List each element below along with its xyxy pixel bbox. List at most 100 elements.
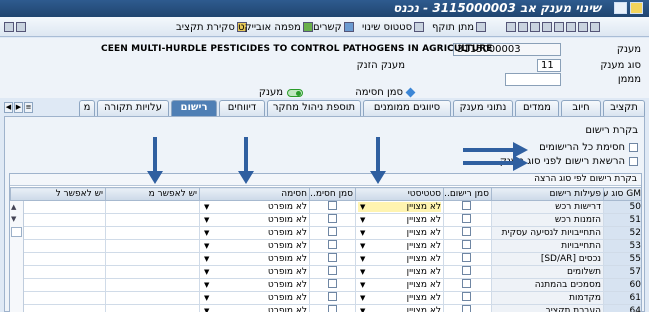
- cell-allow-to[interactable]: [10, 278, 106, 292]
- cell-allow-from[interactable]: [105, 226, 200, 240]
- statistical-dropdown[interactable]: לא מצויין ▼: [358, 241, 441, 251]
- row-marker[interactable]: [11, 227, 22, 237]
- layout-icon[interactable]: [506, 22, 516, 32]
- chevron-down-icon[interactable]: ▼: [204, 229, 209, 237]
- cell-statistical[interactable]: לא מצויין ▼: [355, 304, 444, 312]
- col-statistical[interactable]: סטטיסטי: [355, 187, 444, 201]
- tab-research-mgmt[interactable]: תוספת ניהול מחקר: [267, 100, 361, 116]
- posting-flag-checkbox[interactable]: [462, 279, 471, 288]
- col-allow-to[interactable]: יש לאפשר ל: [10, 187, 106, 201]
- edit-icon[interactable]: [554, 22, 564, 32]
- cell-block-flag[interactable]: [309, 278, 356, 292]
- settings-icon[interactable]: [566, 22, 576, 32]
- find-icon[interactable]: [518, 22, 528, 32]
- cell-allow-to[interactable]: [10, 265, 106, 279]
- cell-block-flag[interactable]: [309, 200, 356, 214]
- tab-overhead[interactable]: עלויות תקורה: [97, 100, 169, 116]
- chevron-down-icon[interactable]: ▼: [360, 281, 365, 289]
- tab-scroll-right-icon[interactable]: ▶: [14, 102, 23, 113]
- statistical-dropdown[interactable]: לא מצויין ▼: [358, 254, 441, 264]
- block-dropdown[interactable]: לא מופרט ▼: [202, 241, 307, 251]
- cell-posting-flag[interactable]: [443, 226, 492, 240]
- statistical-dropdown[interactable]: לא מצויין ▼: [358, 202, 441, 212]
- posting-flag-checkbox[interactable]: [462, 292, 471, 301]
- cell-block[interactable]: לא מופרט ▼: [199, 252, 310, 266]
- tab-dimensions[interactable]: ממדים: [515, 100, 559, 116]
- cell-posting-flag[interactable]: [443, 265, 492, 279]
- tab-posting[interactable]: רישום: [171, 100, 217, 116]
- block-flag-checkbox[interactable]: [328, 253, 337, 262]
- block-dropdown[interactable]: לא מופרט ▼: [202, 293, 307, 303]
- cell-posting-flag[interactable]: [443, 213, 492, 227]
- block-flag-checkbox[interactable]: [328, 266, 337, 275]
- cell-allow-from[interactable]: [105, 304, 200, 312]
- object-map-button[interactable]: מפמה אובייקט: [238, 19, 313, 35]
- table-row[interactable]: 53 התחייבויות לא מצויין ▼ לא מופרט ▼: [10, 239, 641, 253]
- block-dropdown[interactable]: לא מופרט ▼: [202, 280, 307, 290]
- cell-allow-from[interactable]: [105, 265, 200, 279]
- cell-allow-from[interactable]: [105, 213, 200, 227]
- posting-flag-checkbox[interactable]: [462, 266, 471, 275]
- posting-flag-checkbox[interactable]: [462, 214, 471, 223]
- col-gm-type[interactable]: GM סוג ערך: [603, 187, 641, 201]
- tab-sponsored-classes[interactable]: סיווגים ממומנים: [363, 100, 451, 116]
- cell-allow-from[interactable]: [105, 239, 200, 253]
- block-all-postings[interactable]: חסימת כל הרישומים: [539, 142, 638, 153]
- scroll-up-icon[interactable]: ▲: [11, 203, 16, 211]
- cell-allow-from[interactable]: [105, 252, 200, 266]
- tab-list-icon[interactable]: ≡: [24, 102, 33, 113]
- block-dropdown[interactable]: לא מופרט ▼: [202, 202, 307, 212]
- chevron-down-icon[interactable]: ▼: [360, 203, 365, 211]
- chevron-down-icon[interactable]: ▼: [360, 294, 365, 302]
- posting-flag-checkbox[interactable]: [462, 227, 471, 236]
- col-activity[interactable]: פעילות רישום: [491, 187, 604, 201]
- cell-allow-to[interactable]: [10, 200, 106, 214]
- cell-block[interactable]: לא מופרט ▼: [199, 291, 310, 305]
- block-dropdown[interactable]: לא מופרט ▼: [202, 267, 307, 277]
- print-icon[interactable]: [530, 22, 540, 32]
- tab-reporting[interactable]: דיווחים: [219, 100, 265, 116]
- sap-logo-icon[interactable]: [630, 2, 643, 14]
- statistical-dropdown[interactable]: לא מצויין ▼: [358, 293, 441, 303]
- chevron-down-icon[interactable]: ▼: [360, 216, 365, 224]
- chevron-down-icon[interactable]: ▼: [204, 255, 209, 263]
- chevron-down-icon[interactable]: ▼: [360, 307, 365, 312]
- block-flag-checkbox[interactable]: [328, 279, 337, 288]
- table-row[interactable]: 55 נכסים [SD/AR] לא מצויין ▼ לא מופרט ▼: [10, 252, 641, 266]
- scroll-down-icon[interactable]: ▼: [11, 215, 16, 223]
- budget-overview-button[interactable]: סקירת תקציב: [176, 19, 247, 35]
- cell-statistical[interactable]: לא מצויין ▼: [355, 200, 444, 214]
- table-row[interactable]: 64 העברת תקציב לא מצויין ▼ לא מופרט ▼: [10, 304, 641, 312]
- cell-block[interactable]: לא מופרט ▼: [199, 278, 310, 292]
- chevron-down-icon[interactable]: ▼: [360, 242, 365, 250]
- cell-allow-to[interactable]: [10, 226, 106, 240]
- posting-flag-checkbox[interactable]: [462, 253, 471, 262]
- cell-statistical[interactable]: לא מצויין ▼: [355, 239, 444, 253]
- col-posting-flag[interactable]: סמן רישום...: [443, 187, 492, 201]
- tab-more[interactable]: מ: [79, 100, 95, 116]
- cell-block-flag[interactable]: [309, 239, 356, 253]
- cell-block-flag[interactable]: [309, 213, 356, 227]
- chevron-down-icon[interactable]: ▼: [204, 242, 209, 250]
- chevron-down-icon[interactable]: ▼: [204, 203, 209, 211]
- validate-button[interactable]: מתן תוקף: [432, 19, 487, 35]
- delete-icon[interactable]: [542, 22, 552, 32]
- cell-block[interactable]: לא מופרט ▼: [199, 213, 310, 227]
- cell-block-flag[interactable]: [309, 226, 356, 240]
- cell-posting-flag[interactable]: [443, 291, 492, 305]
- posting-flag-checkbox[interactable]: [462, 201, 471, 210]
- tab-scroll-left-icon[interactable]: ◀: [4, 102, 13, 113]
- cell-statistical[interactable]: לא מצויין ▼: [355, 265, 444, 279]
- chevron-down-icon[interactable]: ▼: [204, 294, 209, 302]
- cell-allow-from[interactable]: [105, 278, 200, 292]
- col-allow-from[interactable]: יש לאפשר מ: [105, 187, 200, 201]
- chevron-down-icon[interactable]: ▼: [204, 268, 209, 276]
- statistical-dropdown[interactable]: לא מצויין ▼: [358, 215, 441, 225]
- statistical-dropdown[interactable]: לא מצויין ▼: [358, 228, 441, 238]
- cell-posting-flag[interactable]: [443, 239, 492, 253]
- col-block-flag[interactable]: סמן חסימ...: [309, 187, 356, 201]
- block-dropdown[interactable]: לא מופרט ▼: [202, 215, 307, 225]
- block-flag-checkbox[interactable]: [328, 292, 337, 301]
- new-icon[interactable]: [590, 22, 600, 32]
- chevron-down-icon[interactable]: ▼: [360, 255, 365, 263]
